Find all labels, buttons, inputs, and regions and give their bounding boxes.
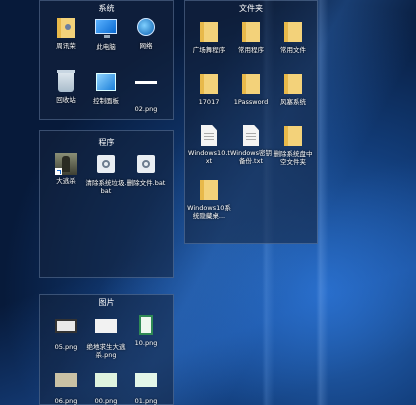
- desktop-icon-network[interactable]: 网络: [124, 17, 168, 50]
- desktop-icon-folder-common-programs[interactable]: 常用程序: [229, 21, 273, 54]
- image-icon: [135, 315, 157, 337]
- desktop-icon-05-png[interactable]: 05.png: [44, 315, 88, 351]
- fence-title: 系统: [98, 4, 115, 13]
- folder-icon: [282, 74, 304, 96]
- desktop-icon-windows-key-txt[interactable]: Windows密钥备份.txt: [229, 125, 273, 165]
- fence-pictures[interactable]: 图片 05.png 绝地求生大逃杀.png 10.png 06.png 00.p…: [39, 294, 174, 405]
- folder-icon: [198, 180, 220, 202]
- folder-icon: [240, 74, 262, 96]
- fence-folders[interactable]: 文件夹 广场舞程序 常用程序 常用文件 17017 1Password 风塞系统…: [184, 0, 318, 244]
- desktop-icon-folder-system[interactable]: 风塞系统: [271, 73, 315, 106]
- desktop-icon-folder-delete-empty[interactable]: 删除系统盘中空文件夹: [271, 125, 315, 166]
- desktop-icon-00-png[interactable]: 00.png: [84, 369, 128, 405]
- control-panel-icon: [95, 73, 117, 95]
- desktop-icon-user-folder[interactable]: 周讯荣: [44, 17, 88, 50]
- network-icon: [135, 18, 157, 40]
- desktop-icon-delete-bat[interactable]: 删除文件.bat: [124, 153, 168, 187]
- image-icon: [135, 373, 157, 395]
- desktop-icon-pubg-png[interactable]: 绝地求生大逃杀.png: [84, 315, 128, 359]
- batch-file-icon: [95, 155, 117, 177]
- desktop-icon-clean-bat[interactable]: 清除系统垃圾.bat: [84, 153, 128, 195]
- fence-programs[interactable]: 程序 大逃杀 清除系统垃圾.bat 删除文件.bat: [39, 130, 174, 278]
- desktop-icon-02-png[interactable]: 02.png: [124, 71, 168, 113]
- desktop-icon-10-png[interactable]: 10.png: [124, 315, 168, 347]
- folder-icon: [240, 22, 262, 44]
- folder-icon: [282, 22, 304, 44]
- desktop-icon-folder-windows10-hidden[interactable]: Windows10系统隐藏桌...: [187, 179, 231, 220]
- image-icon: [95, 373, 117, 395]
- folder-icon: [198, 22, 220, 44]
- fence-title: 图片: [98, 298, 115, 307]
- desktop-icon-pubg[interactable]: 大逃杀: [44, 153, 88, 185]
- folder-icon: [198, 74, 220, 96]
- image-icon: [55, 319, 77, 341]
- image-icon: [95, 319, 117, 341]
- desktop-icon-control-panel[interactable]: 控制面板: [84, 71, 128, 105]
- gear-icon: [142, 160, 150, 168]
- game-shortcut-icon: [55, 153, 77, 175]
- desktop-icon-recycle-bin[interactable]: 回收站: [44, 70, 88, 104]
- computer-icon: [95, 19, 117, 41]
- desktop-icon-01-png[interactable]: 01.png: [124, 369, 168, 405]
- desktop-icon-folder-common-files[interactable]: 常用文件: [271, 21, 315, 54]
- desktop-icon-06-png[interactable]: 06.png: [44, 369, 88, 405]
- text-file-icon: [240, 125, 262, 147]
- user-folder-icon: [55, 18, 77, 40]
- fence-system[interactable]: 系统 周讯荣 此电脑 网络 回收站 控制面板 02.png: [39, 0, 174, 120]
- desktop-icon-this-pc[interactable]: 此电脑: [84, 17, 128, 51]
- fence-title: 程序: [98, 138, 115, 147]
- text-file-icon: [198, 125, 220, 147]
- desktop-icon-windows10-txt[interactable]: Windows10.txt: [187, 125, 231, 165]
- shortcut-arrow-icon: [55, 168, 62, 175]
- image-icon: [55, 373, 77, 395]
- desktop-icon-folder-1password[interactable]: 1Password: [229, 73, 273, 106]
- folder-icon: [282, 126, 304, 148]
- desktop-icon-folder-17017[interactable]: 17017: [187, 73, 231, 106]
- desktop-icon-folder-dance[interactable]: 广场舞程序: [187, 21, 231, 54]
- image-icon: [135, 81, 157, 103]
- batch-file-icon: [135, 155, 157, 177]
- recycle-bin-icon: [55, 70, 77, 94]
- gear-icon: [102, 160, 110, 168]
- fence-title: 文件夹: [239, 4, 263, 13]
